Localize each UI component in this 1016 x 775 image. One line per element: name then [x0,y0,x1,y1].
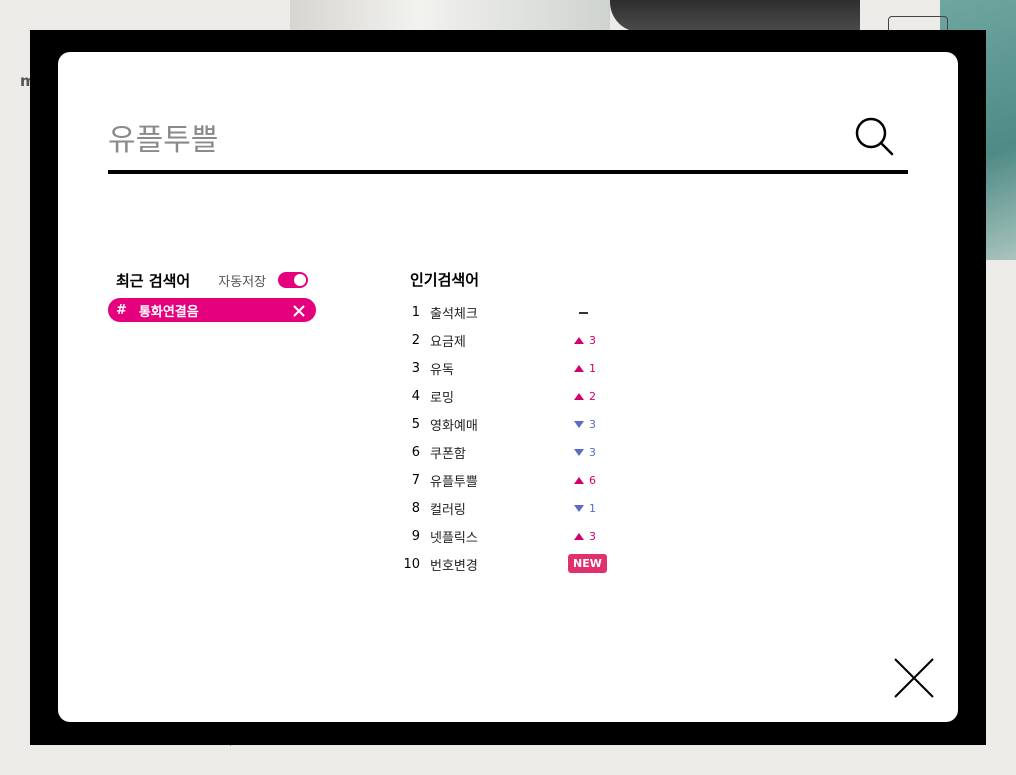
popular-searches-list: 1 출석체크 2 요금제 3 3 유독 1 4 로밍 2 5 영화예매 3 6 쿠폰함 3 7 유플투쁠 6 8 컬러링 1… [398,298,658,578]
rank-number: 6 [411,444,420,460]
search-icon [855,117,894,156]
background-photo-dark [610,0,860,32]
rank-change: 2 [574,390,596,403]
rank-term: 요금제 [430,334,466,350]
x-icon [293,305,305,317]
rank-change-value: 6 [589,473,596,487]
rank-term: 넷플릭스 [430,530,478,546]
rank-change-value: 1 [589,361,596,375]
rank-term: 영화예매 [430,418,478,434]
arrow-down-icon [574,420,584,428]
rank-change: 1 [574,362,596,375]
arrow-up-icon [574,336,584,344]
rank-term: 컬러링 [430,502,466,518]
arrow-down-icon [574,448,584,456]
popular-search-item[interactable]: 7 유플투쁠 6 [398,466,658,494]
recent-searches-title: 최근 검색어 [116,271,191,290]
close-modal-button[interactable] [892,656,936,700]
rank-term: 유독 [430,362,454,378]
arrow-up-icon [574,532,584,540]
rank-number: 2 [411,332,420,348]
rank-number: 10 [403,556,420,572]
popular-search-item[interactable]: 10 번호변경 NEW [398,550,658,578]
popular-search-item[interactable]: 9 넷플릭스 3 [398,522,658,550]
arrow-up-icon [574,364,584,372]
rank-change-value: 3 [589,529,596,543]
rank-term: 출석체크 [430,306,478,322]
rank-number: 4 [411,388,420,404]
rank-change: 3 [574,446,596,459]
rank-term: 번호변경 [430,558,478,574]
rank-change: 3 [574,334,596,347]
autosave-label: 자동저장 [218,274,267,290]
recent-searches-header: 최근 검색어 자동저장 [108,270,318,290]
popular-search-item[interactable]: 2 요금제 3 [398,326,658,354]
arrow-up-icon [574,476,584,484]
rank-change: 1 [574,502,596,515]
new-badge: NEW [568,554,607,573]
rank-number: 5 [411,416,420,432]
popular-searches-title: 인기검색어 [410,271,480,289]
rank-change-value: 2 [589,389,596,403]
toggle-knob [294,274,307,286]
popular-searches: 인기검색어 1 출석체크 2 요금제 3 3 유독 1 4 로밍 2 5 영화예매 3 6 쿠폰함 3 7 유플투쁠… [398,270,658,578]
rank-change-value: 3 [589,445,596,459]
autosave-toggle[interactable] [278,272,309,288]
rank-change: 3 [574,418,596,431]
rank-change-value: 3 [589,333,596,347]
search-bar [108,108,908,174]
popular-search-item[interactable]: 8 컬러링 1 [398,494,658,522]
popular-search-item[interactable]: 1 출석체크 [398,298,658,326]
popular-search-item[interactable]: 6 쿠폰함 3 [398,438,658,466]
hash-icon: # [116,302,127,318]
search-button[interactable] [854,116,894,156]
rank-number: 7 [411,472,420,488]
rank-number: 1 [411,304,420,320]
arrow-down-icon [574,504,584,512]
rank-term: 로밍 [430,390,454,406]
arrow-up-icon [574,392,584,400]
recent-search-chip[interactable]: # 통화연결음 [108,298,316,322]
rank-change-value: 3 [589,417,596,431]
rank-term: 유플투쁠 [430,474,478,490]
search-input[interactable] [108,116,808,164]
rank-change: 3 [574,530,596,543]
search-modal: 최근 검색어 자동저장 # 통화연결음 인기검색어 1출석체크2요금제33유독1… [58,52,958,722]
close-icon [894,658,934,698]
rank-unchanged-dash [579,312,588,314]
background-photo [290,0,610,32]
recent-search-term: 통화연결음 [138,304,199,320]
rank-number: 8 [411,500,420,516]
rank-term: 쿠폰함 [430,446,466,462]
popular-search-item[interactable]: 3 유독 1 [398,354,658,382]
rank-number: 9 [411,528,420,544]
remove-recent-search-button[interactable] [292,303,306,317]
rank-change-value: 1 [589,501,596,515]
popular-search-item[interactable]: 4 로밍 2 [398,382,658,410]
rank-change: 6 [574,474,596,487]
rank-number: 3 [411,360,420,376]
popular-search-item[interactable]: 5 영화예매 3 [398,410,658,438]
recent-searches: 최근 검색어 자동저장 # 통화연결음 [108,270,318,322]
